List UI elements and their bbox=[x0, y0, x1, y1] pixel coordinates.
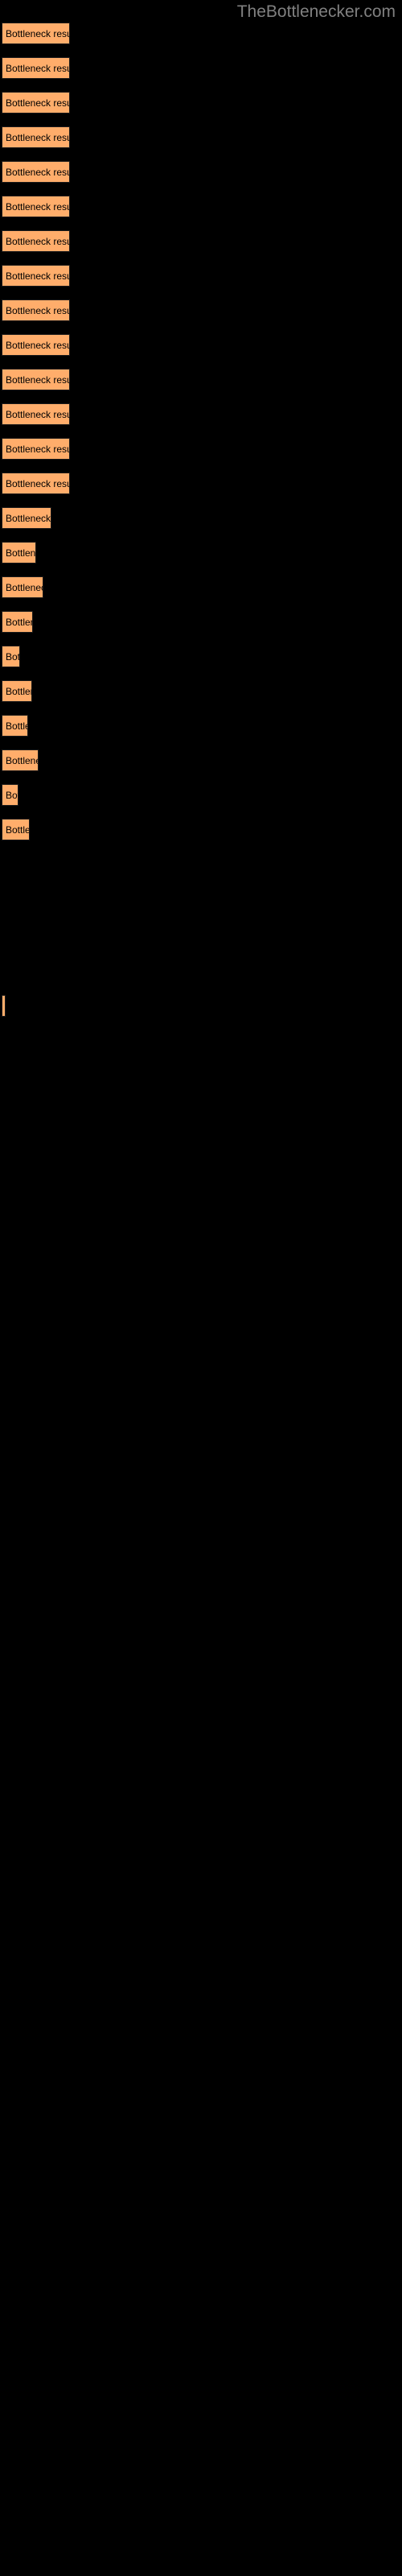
bar-label: Bottleneck result bbox=[6, 27, 70, 39]
bar-segment[interactable]: Bottleneck result bbox=[2, 57, 70, 79]
bar-label: Bottleneck result bbox=[6, 131, 70, 143]
bar-row: Bottleneck result bbox=[0, 784, 402, 806]
bar-label: Bottleneck result bbox=[6, 824, 29, 836]
bar-segment[interactable]: Bottleneck result bbox=[2, 403, 70, 425]
bar-label: Bottleneck result bbox=[6, 270, 70, 282]
bar-row: Bottleneck result bbox=[0, 334, 402, 356]
bar-row: Bottleneck result bbox=[0, 473, 402, 494]
bar-row: Bottleneck result bbox=[0, 23, 402, 44]
bar-row bbox=[0, 995, 402, 1017]
bar-segment[interactable]: Bottleneck result bbox=[2, 784, 18, 806]
bar-label: Bottleneck result bbox=[6, 547, 36, 559]
bar-label: Bottleneck result bbox=[6, 512, 51, 524]
bar-segment[interactable]: Bottleneck result bbox=[2, 438, 70, 460]
bar-label: Bottleneck result bbox=[6, 477, 70, 489]
bar-label: Bottleneck result bbox=[6, 408, 70, 420]
bar-segment[interactable] bbox=[2, 995, 6, 1017]
bar-row: Bottleneck result bbox=[0, 542, 402, 564]
bar-row: Bottleneck result bbox=[0, 611, 402, 633]
bar-label: Bottleneck result bbox=[6, 166, 70, 178]
bar-segment[interactable]: Bottleneck result bbox=[2, 196, 70, 217]
bar-row: Bottleneck result bbox=[0, 92, 402, 114]
bar-row: Bottleneck result bbox=[0, 680, 402, 702]
bar-row: Bottleneck result bbox=[0, 646, 402, 667]
bar-row: Bottleneck result bbox=[0, 57, 402, 79]
bar-segment[interactable]: Bottleneck result bbox=[2, 646, 20, 667]
bar-label: Bottleneck result bbox=[6, 616, 32, 628]
bar-label: Bottleneck result bbox=[6, 374, 70, 386]
bar-row: Bottleneck result bbox=[0, 265, 402, 287]
bar-segment[interactable]: Bottleneck result bbox=[2, 161, 70, 183]
bar-row: Bottleneck result bbox=[0, 230, 402, 252]
bar-label: Bottleneck result bbox=[6, 650, 20, 663]
bar-segment[interactable]: Bottleneck result bbox=[2, 473, 70, 494]
bar-segment[interactable]: Bottleneck result bbox=[2, 576, 43, 598]
bar-segment[interactable]: Bottleneck result bbox=[2, 611, 33, 633]
bar-row: Bottleneck result bbox=[0, 819, 402, 840]
bar-segment[interactable]: Bottleneck result bbox=[2, 819, 30, 840]
bar-segment[interactable]: Bottleneck result bbox=[2, 230, 70, 252]
bar-label: Bottleneck result bbox=[6, 581, 43, 593]
bar-label: Bottleneck result bbox=[6, 304, 70, 316]
bar-label: Bottleneck result bbox=[6, 235, 70, 247]
bar-row: Bottleneck result bbox=[0, 299, 402, 321]
bar-label: Bottleneck result bbox=[6, 97, 70, 109]
bar-segment[interactable]: Bottleneck result bbox=[2, 23, 70, 44]
bar-label: Bottleneck result bbox=[6, 62, 70, 74]
bar-row: Bottleneck result bbox=[0, 126, 402, 148]
bar-segment[interactable]: Bottleneck result bbox=[2, 126, 70, 148]
bar-row: Bottleneck result bbox=[0, 749, 402, 771]
bar-segment[interactable]: Bottleneck result bbox=[2, 265, 70, 287]
bar-label: Bottleneck result bbox=[6, 789, 18, 801]
bar-segment[interactable]: Bottleneck result bbox=[2, 369, 70, 390]
bar-segment[interactable]: Bottleneck result bbox=[2, 507, 51, 529]
bar-row: Bottleneck result bbox=[0, 196, 402, 217]
bar-row: Bottleneck result bbox=[0, 403, 402, 425]
bar-row: Bottleneck result bbox=[0, 369, 402, 390]
bar-segment[interactable]: Bottleneck result bbox=[2, 542, 36, 564]
bar-row: Bottleneck result bbox=[0, 715, 402, 737]
bar-segment[interactable]: Bottleneck result bbox=[2, 715, 28, 737]
bar-label: Bottleneck result bbox=[6, 754, 38, 766]
bar-segment[interactable]: Bottleneck result bbox=[2, 749, 39, 771]
bar-row: Bottleneck result bbox=[0, 438, 402, 460]
bottleneck-chart-root: TheBottlenecker.com Bottleneck result Bot… bbox=[0, 0, 402, 2576]
bar-row: Bottleneck result bbox=[0, 161, 402, 183]
bar-segment[interactable]: Bottleneck result bbox=[2, 299, 70, 321]
bar-label: Bottleneck result bbox=[6, 685, 31, 697]
bar-segment[interactable]: Bottleneck result bbox=[2, 334, 70, 356]
bar-series-layer: Bottleneck result Bottleneck result Bottle… bbox=[0, 0, 402, 2576]
bar-row: Bottleneck result bbox=[0, 576, 402, 598]
bar-label: Bottleneck result bbox=[6, 200, 70, 213]
bar-row: Bottleneck result bbox=[0, 507, 402, 529]
bar-label: Bottleneck result bbox=[6, 443, 70, 455]
bar-segment[interactable]: Bottleneck result bbox=[2, 680, 32, 702]
bar-segment[interactable]: Bottleneck result bbox=[2, 92, 70, 114]
bar-label: Bottleneck result bbox=[6, 339, 70, 351]
bar-label: Bottleneck result bbox=[6, 720, 27, 732]
